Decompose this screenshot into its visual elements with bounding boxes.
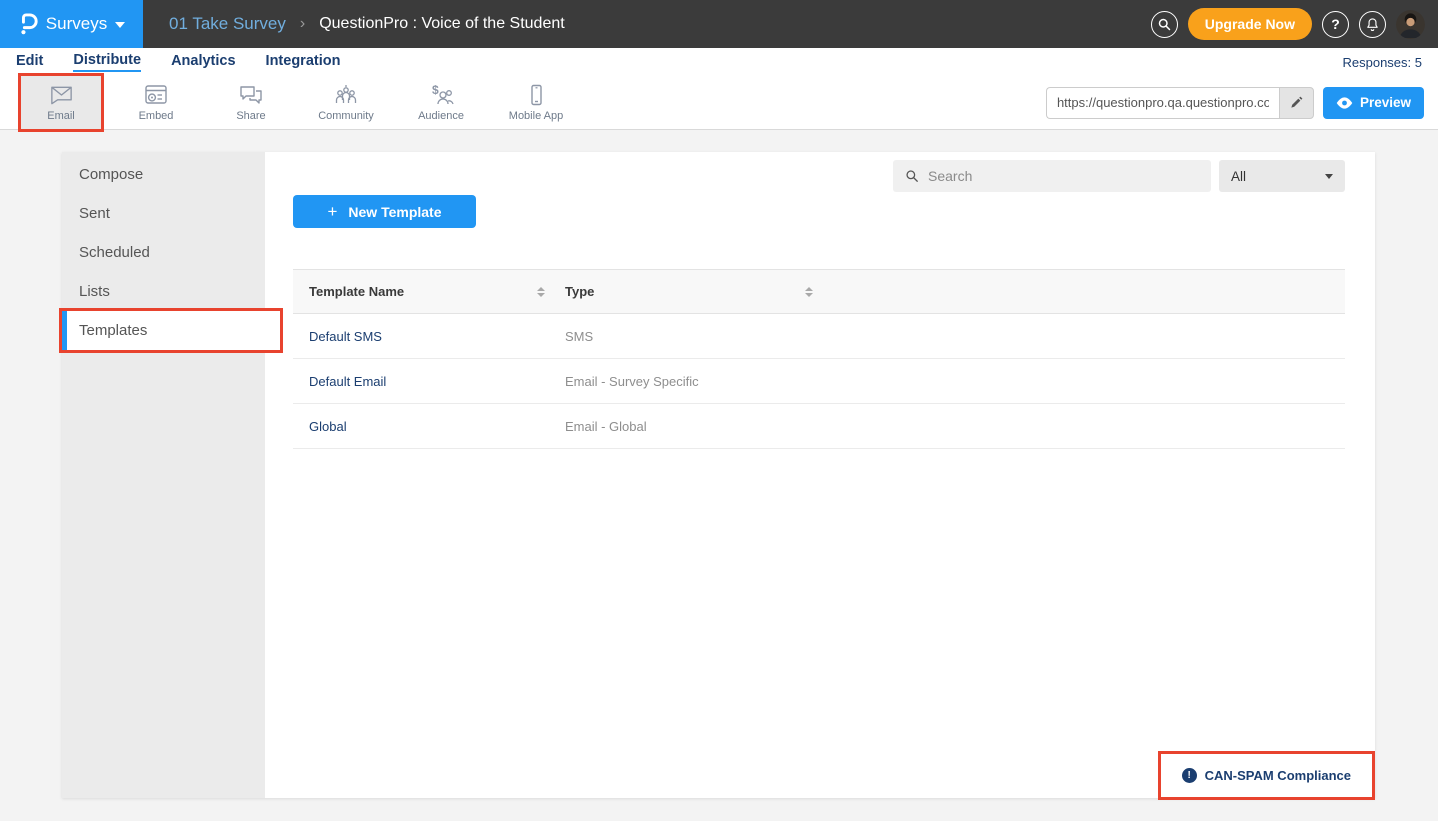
app-logo[interactable]: Surveys [0, 0, 143, 48]
search-icon [1157, 17, 1172, 32]
template-name-link[interactable]: Default Email [293, 374, 549, 389]
top-bar: Surveys 01 Take Survey › QuestionPro : V… [0, 0, 1438, 48]
upgrade-now-button[interactable]: Upgrade Now [1188, 8, 1312, 40]
new-template-label: New Template [348, 204, 441, 220]
toolbar-item-label: Community [318, 110, 374, 122]
breadcrumb: 01 Take Survey › QuestionPro : Voice of … [169, 14, 565, 34]
template-search-box[interactable] [893, 160, 1211, 192]
toolbar-item-community[interactable]: Community [306, 76, 386, 129]
toolbar-item-label: Mobile App [509, 110, 563, 122]
responses-count: Responses: 5 [1343, 55, 1423, 70]
toolbar-item-label: Audience [418, 110, 464, 122]
sidebar-item-scheduled[interactable]: Scheduled [62, 233, 265, 272]
sort-icon[interactable] [537, 287, 545, 297]
chevron-down-icon [115, 22, 125, 28]
eye-icon [1336, 97, 1353, 109]
sidebar-item-templates[interactable]: Templates [62, 311, 280, 350]
breadcrumb-survey-link[interactable]: 01 Take Survey [169, 14, 286, 34]
email-icon [48, 83, 75, 107]
community-icon [333, 83, 359, 107]
tab-analytics[interactable]: Analytics [171, 53, 235, 71]
templates-table: Template Name Type Default SMS SMS Defau… [293, 269, 1345, 449]
column-header-type: Type [565, 284, 594, 299]
preview-label: Preview [1360, 95, 1411, 110]
topbar-actions: Upgrade Now ? [1151, 8, 1425, 40]
sidebar-item-compose[interactable]: Compose [62, 155, 265, 194]
plus-icon: + [327, 202, 337, 222]
template-search-input[interactable] [928, 168, 1199, 184]
template-type: Email - Survey Specific [549, 374, 817, 389]
product-name: Surveys [46, 14, 107, 34]
audience-icon: $ [428, 83, 454, 107]
survey-url-group [1046, 87, 1314, 119]
table-row: Default SMS SMS [293, 314, 1345, 359]
template-name-link[interactable]: Global [293, 419, 549, 434]
toolbar-item-label: Embed [139, 110, 174, 122]
can-spam-compliance-link[interactable]: ! CAN-SPAM Compliance [1161, 754, 1372, 797]
table-controls: All [293, 160, 1345, 192]
preview-button[interactable]: Preview [1323, 87, 1424, 119]
embed-icon [143, 83, 169, 107]
distribute-toolbar: Email Embed Share Community $ Audience M… [0, 76, 1438, 130]
tab-edit[interactable]: Edit [16, 53, 43, 71]
user-avatar[interactable] [1396, 10, 1425, 39]
search-button[interactable] [1151, 11, 1178, 38]
toolbar-item-embed[interactable]: Embed [116, 76, 196, 129]
toolbar-item-share[interactable]: Share [211, 76, 291, 129]
toolbar-item-label: Email [47, 110, 75, 122]
mobile-app-icon [523, 83, 549, 107]
email-sidebar: Compose Sent Scheduled Lists Templates [62, 152, 265, 798]
survey-url-input[interactable] [1046, 87, 1279, 119]
toolbar-item-audience[interactable]: $ Audience [401, 76, 481, 129]
breadcrumb-separator: › [300, 15, 305, 33]
info-icon: ! [1182, 768, 1197, 783]
tab-integration[interactable]: Integration [266, 53, 341, 71]
questionpro-logo-icon [18, 12, 38, 36]
toolbar-item-mobile-app[interactable]: Mobile App [496, 76, 576, 129]
svg-text:$: $ [432, 83, 439, 97]
section-tabs: Edit Distribute Analytics Integration Re… [0, 48, 1438, 76]
template-type: Email - Global [549, 419, 817, 434]
table-row: Global Email - Global [293, 404, 1345, 449]
bell-icon [1365, 17, 1380, 32]
filter-selected-value: All [1231, 169, 1246, 184]
help-button[interactable]: ? [1322, 11, 1349, 38]
table-row: Default Email Email - Survey Specific [293, 359, 1345, 404]
toolbar-item-label: Share [236, 110, 265, 122]
sort-icon[interactable] [805, 287, 813, 297]
type-filter-dropdown[interactable]: All [1219, 160, 1345, 192]
email-panel: Compose Sent Scheduled Lists Templates A… [62, 152, 1375, 798]
can-spam-label: CAN-SPAM Compliance [1205, 768, 1351, 783]
templates-content: All + New Template Template Name Type De… [265, 152, 1375, 798]
edit-url-button[interactable] [1279, 87, 1314, 119]
tab-distribute[interactable]: Distribute [73, 52, 141, 72]
table-header-row: Template Name Type [293, 269, 1345, 314]
chevron-down-icon [1325, 174, 1333, 179]
pencil-icon [1289, 96, 1303, 110]
search-icon [905, 169, 919, 183]
share-icon [238, 83, 264, 107]
toolbar-right: Preview [1046, 76, 1424, 129]
sidebar-item-lists[interactable]: Lists [62, 272, 265, 311]
template-type: SMS [549, 329, 817, 344]
question-mark-icon: ? [1331, 16, 1340, 32]
new-template-button[interactable]: + New Template [293, 195, 476, 228]
column-header-template-name: Template Name [309, 284, 404, 299]
toolbar-item-email[interactable]: Email [21, 76, 101, 129]
template-name-link[interactable]: Default SMS [293, 329, 549, 344]
notifications-button[interactable] [1359, 11, 1386, 38]
page-title: QuestionPro : Voice of the Student [319, 15, 565, 33]
sidebar-item-sent[interactable]: Sent [62, 194, 265, 233]
